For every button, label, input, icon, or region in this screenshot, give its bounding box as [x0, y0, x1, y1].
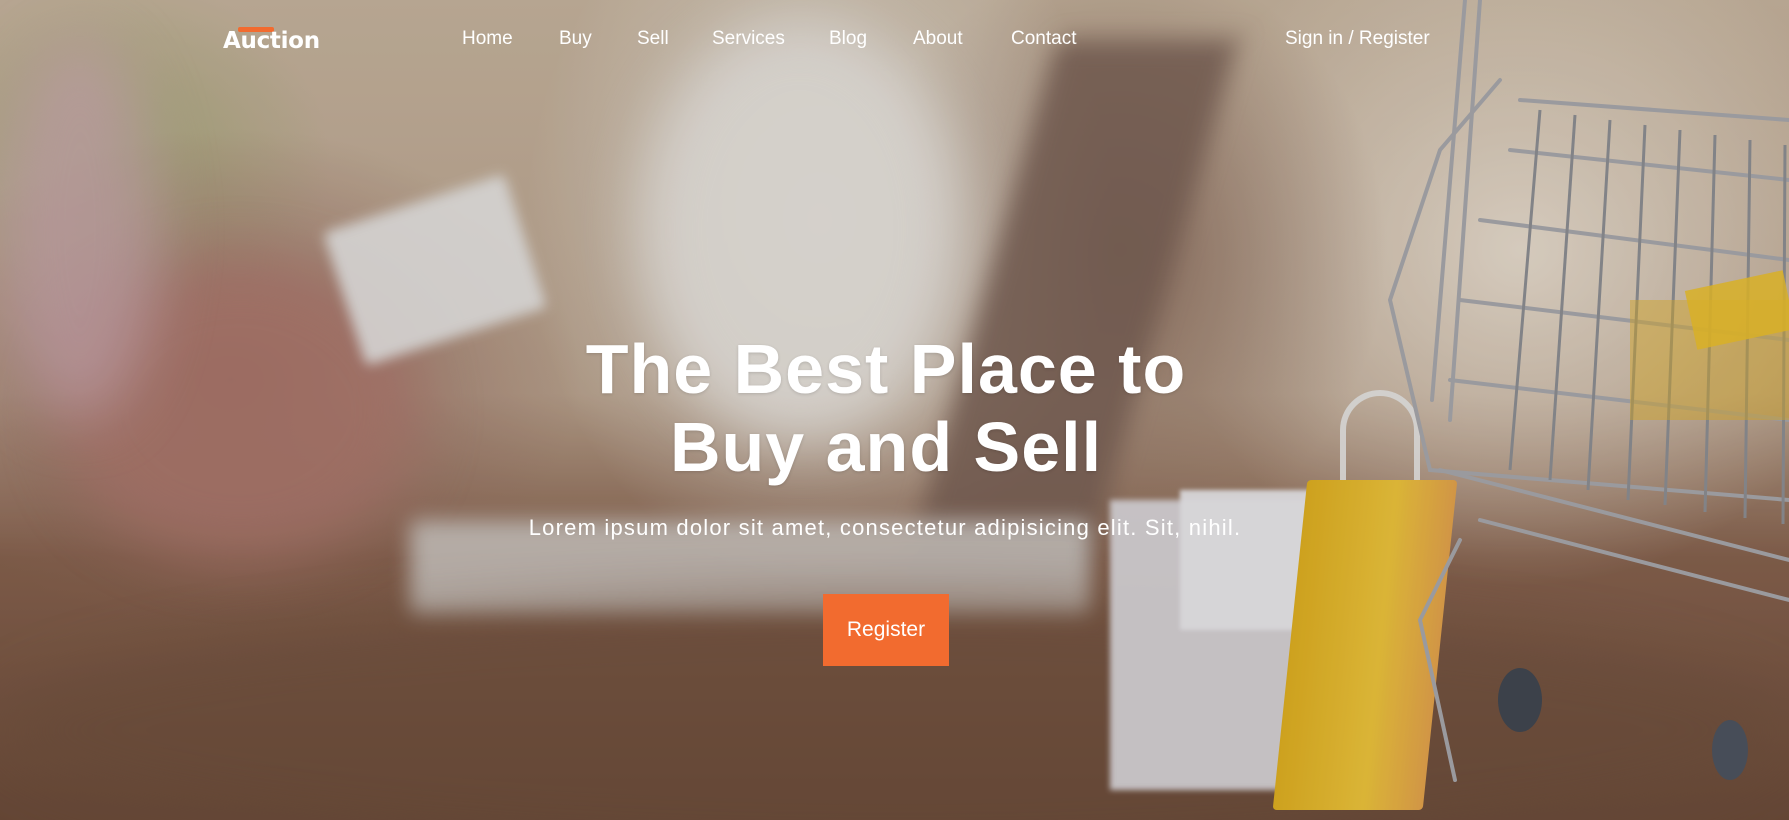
- nav-item-buy[interactable]: Buy: [559, 28, 592, 50]
- hero-title: The Best Place to Buy and Sell: [500, 330, 1272, 486]
- nav-item-sell[interactable]: Sell: [637, 28, 669, 50]
- hero-subtitle: Lorem ipsum dolor sit amet, consectetur …: [528, 515, 1242, 540]
- register-button[interactable]: Register: [823, 594, 949, 666]
- nav-item-blog[interactable]: Blog: [829, 28, 867, 50]
- nav-item-home[interactable]: Home: [462, 28, 513, 50]
- top-navigation: Auction Home Buy Sell Services Blog Abou…: [0, 0, 1789, 80]
- nav-item-services[interactable]: Services: [712, 28, 785, 50]
- nav-item-contact[interactable]: Contact: [1011, 28, 1076, 50]
- hero-title-line-2: Buy and Sell: [669, 408, 1103, 486]
- hero-title-line-1: The Best Place to: [585, 330, 1187, 408]
- nav-item-about[interactable]: About: [913, 28, 963, 50]
- sign-in-register-link[interactable]: Sign in / Register: [1285, 28, 1430, 50]
- brand-logo[interactable]: Auction: [223, 28, 320, 54]
